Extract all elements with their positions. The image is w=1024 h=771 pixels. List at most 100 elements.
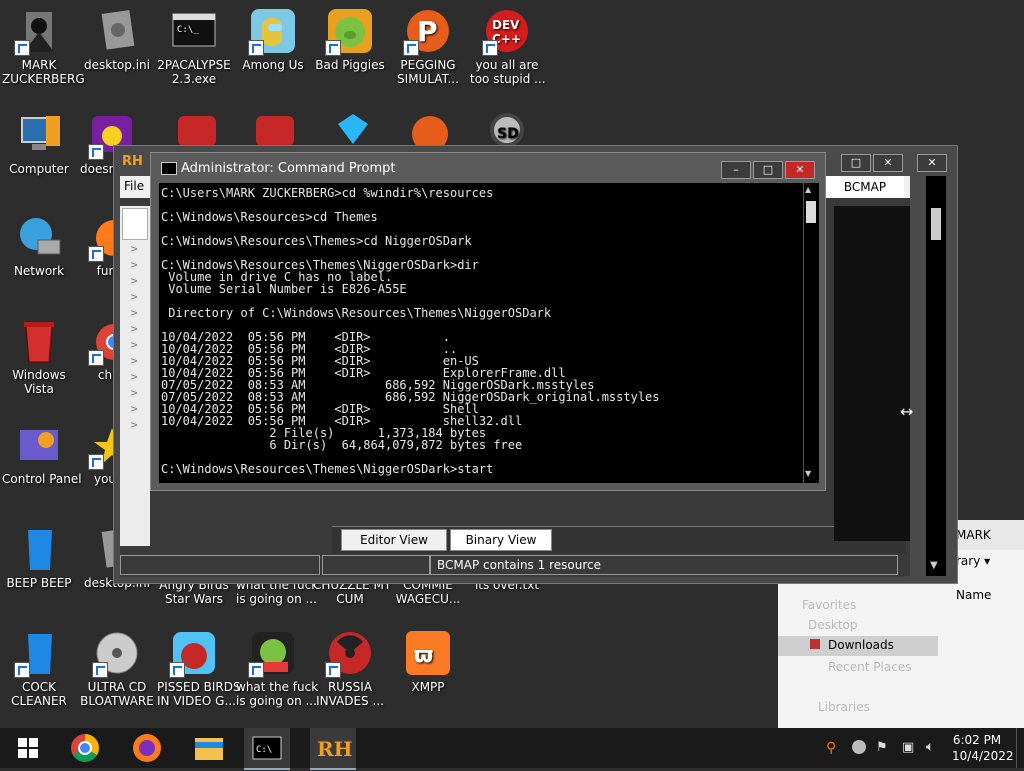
control-panel-icon: [16, 422, 62, 468]
desktop-icon-xmpp[interactable]: ϖ XMPP: [391, 630, 465, 694]
network-icon: [16, 214, 62, 260]
security-flag-icon[interactable]: ⚑: [876, 740, 888, 755]
cmd-minimize-button[interactable]: –: [721, 161, 751, 179]
tree-expand-icon[interactable]: >: [130, 356, 138, 367]
clock[interactable]: 6:02 PM 10/4/2022: [952, 732, 1014, 764]
scroll-up-icon[interactable]: ▲: [805, 185, 811, 194]
tree-expand-icon[interactable]: >: [130, 404, 138, 415]
desktop-icon-bad-piggies[interactable]: Bad Piggies: [313, 8, 387, 72]
desktop-icon-2pacalypse[interactable]: C:\_ 2PACALYPSE 2.3.exe: [157, 8, 231, 86]
tree-expand-icon[interactable]: >: [130, 244, 138, 255]
tab-editor-view[interactable]: Editor View: [341, 529, 447, 551]
resource-hacker-icon[interactable]: RH: [310, 728, 356, 770]
rh-statusbar: BCMAP contains 1 resource: [120, 553, 904, 577]
clock-time: 6:02 PM: [952, 733, 1002, 747]
desktop-icon-cock-cleaner[interactable]: COCK CLEANER: [2, 630, 76, 708]
rh-maximize-button[interactable]: □: [841, 154, 871, 172]
desktop-icon-mark-zuckerberg[interactable]: MARK ZUCKERBERG: [2, 8, 85, 86]
cmd-maximize-button[interactable]: □: [753, 161, 783, 179]
tab-binary-view[interactable]: Binary View: [450, 529, 552, 551]
desktop-icon-computer[interactable]: Computer: [2, 112, 76, 176]
desktop-icon-label: 2PACALYPSE 2.3.exe: [157, 58, 231, 86]
cd-icon: [92, 630, 140, 678]
command-prompt-window[interactable]: Administrator: Command Prompt – □ ✕ C:\U…: [150, 152, 826, 491]
file-explorer-icon[interactable]: [186, 728, 232, 768]
desktop-icon-beep-beep[interactable]: BEEP BEEP: [2, 526, 76, 590]
help-icon[interactable]: [852, 740, 866, 754]
desktop-icon-label: PEGGING SIMULAT...: [397, 58, 459, 86]
computer-icon: [16, 112, 62, 158]
chrome-icon[interactable]: [62, 728, 108, 768]
desktop-icon-wtf-2[interactable]: what the fuck is going on ...: [236, 630, 319, 708]
nav-downloads-label: Downloads: [828, 638, 894, 652]
show-desktop-button[interactable]: [1016, 728, 1024, 768]
tree-expand-icon[interactable]: >: [130, 292, 138, 303]
tree-expand-icon[interactable]: >: [130, 324, 138, 335]
scrollbar-thumb[interactable]: [931, 208, 941, 240]
column-header-name[interactable]: Name: [956, 588, 991, 602]
volume-icon[interactable]: 🔈︎: [926, 739, 934, 755]
cmd-scrollbar-thumb[interactable]: [806, 201, 816, 223]
cmd-scrollbar[interactable]: ▲ ▼: [803, 183, 818, 483]
tree-expand-icon[interactable]: >: [130, 260, 138, 271]
nav-recent-places[interactable]: Recent Places: [828, 660, 911, 674]
desktop-icon-label: Bad Piggies: [315, 58, 385, 72]
windows-start-icon[interactable]: [4, 728, 50, 768]
rh-close-button[interactable]: ✕: [873, 154, 903, 172]
desktop-icon-pegging[interactable]: P PEGGING SIMULAT...: [391, 8, 465, 86]
library-dropdown[interactable]: rary ▾: [956, 554, 990, 568]
downloads-folder-icon: [810, 639, 820, 649]
desktop-icon-among-us[interactable]: Among Us: [236, 8, 310, 72]
desktop-icon-doesn[interactable]: doesn: [76, 112, 132, 176]
tree-expand-icon[interactable]: >: [130, 276, 138, 287]
xampp-icon: ϖ: [405, 630, 451, 676]
desktop-icon-network[interactable]: Network: [2, 214, 76, 278]
desktop-icon-russia[interactable]: RUSSIA INVADES ...: [313, 630, 387, 708]
svg-text:SD: SD: [497, 126, 519, 142]
rh-scrollbar[interactable]: ▼: [926, 176, 946, 576]
svg-text:C:\_: C:\_: [177, 25, 199, 35]
network-tray-icon[interactable]: ▣: [902, 740, 914, 755]
cmd-output: C:\Users\MARK ZUCKERBERG>cd %windir%\res…: [161, 186, 660, 476]
rh-right-panel: [834, 206, 910, 541]
desktop-icon-windows-vista[interactable]: Windows Vista: [2, 318, 76, 396]
desktop-icon-label: PISSED BIRDS IN VIDEO G...: [157, 680, 241, 708]
desktop-icon-dev-cpp[interactable]: DEV C++ you all are too stupid ...: [470, 8, 546, 86]
desktop-icon-label: XMPP: [411, 680, 445, 694]
menu-file[interactable]: File: [124, 179, 144, 193]
nav-favorites[interactable]: Favorites: [802, 598, 856, 612]
desktop-icon-label: what the fuck is going on ...: [236, 680, 319, 708]
tree-expand-icon[interactable]: >: [130, 372, 138, 383]
cmd-title: Administrator: Command Prompt: [181, 161, 396, 176]
status-pane-2: [322, 555, 430, 575]
nav-desktop[interactable]: Desktop: [808, 618, 858, 632]
scroll-down-icon[interactable]: ▼: [930, 560, 938, 571]
cmd-titlebar[interactable]: Administrator: Command Prompt – □ ✕: [151, 153, 825, 183]
tree-expand-icon[interactable]: >: [130, 340, 138, 351]
tree-expand-icon[interactable]: >: [130, 420, 138, 431]
cmd-taskbar-icon[interactable]: C:\: [244, 728, 290, 770]
scroll-down-icon[interactable]: ▼: [805, 469, 811, 478]
desktop-icon-ultra-cd[interactable]: ULTRA CD BLOATWARE: [80, 630, 154, 708]
desktop-icon-label: desktop.ini: [84, 58, 150, 72]
desktop-icon-label: doesn: [80, 162, 117, 176]
desktop-icon-label: COCK CLEANER: [11, 680, 67, 708]
search-icon[interactable]: ⚲: [826, 740, 836, 756]
desktop-icon-label: Computer: [9, 162, 69, 176]
tree-expand-icon[interactable]: >: [130, 308, 138, 319]
bad-piggies-icon: [325, 8, 373, 56]
svg-text:C:\: C:\: [256, 745, 272, 755]
nav-downloads-selected[interactable]: Downloads: [778, 636, 938, 656]
nav-libraries[interactable]: Libraries: [818, 700, 870, 714]
desktop-icon-label: ULTRA CD BLOATWARE: [80, 680, 154, 708]
tree-expand-icon[interactable]: >: [130, 388, 138, 399]
desktop-icon-control-panel[interactable]: Control Panel: [2, 422, 82, 486]
rh-outer-close-button[interactable]: ✕: [917, 154, 947, 172]
desktop-icon-desktop-ini[interactable]: desktop.ini: [80, 8, 154, 72]
cmd-close-button[interactable]: ✕: [785, 161, 815, 179]
blue-bin-icon: [16, 526, 62, 572]
firefox-icon[interactable]: [124, 728, 170, 768]
resource-tree[interactable]: > > > > > > > > > > > >: [120, 206, 150, 546]
cmd-console[interactable]: C:\Users\MARK ZUCKERBERG>cd %windir%\res…: [159, 183, 819, 483]
desktop-icon-pissed-birds[interactable]: PISSED BIRDS IN VIDEO G...: [157, 630, 241, 708]
